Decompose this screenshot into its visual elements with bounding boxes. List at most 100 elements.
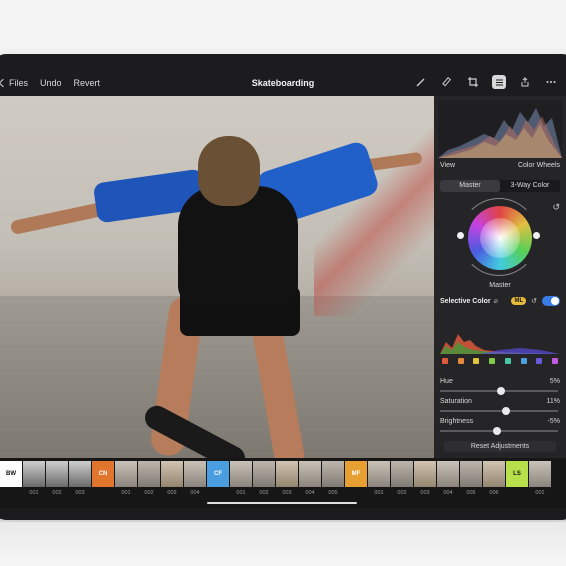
color-swatch[interactable]: [473, 358, 480, 364]
filter-label: 002: [259, 490, 269, 496]
revert-button[interactable]: Revert: [74, 78, 101, 88]
wheel-center: [480, 218, 520, 258]
color-swatches: [442, 358, 558, 364]
view-row[interactable]: View Color Wheels: [440, 162, 560, 169]
selective-color-toggle[interactable]: [542, 296, 560, 306]
back-button[interactable]: Files: [0, 78, 28, 88]
filter-thumbnail[interactable]: [529, 461, 551, 487]
filter-group-tag[interactable]: CN: [92, 461, 114, 487]
filter-thumbnail[interactable]: [414, 461, 436, 487]
filter-label: 004: [305, 490, 315, 496]
adjustments-icon[interactable]: [492, 75, 506, 89]
filter-group-tag[interactable]: MF: [345, 461, 367, 487]
reset-wheel-icon[interactable]: ↺: [552, 202, 560, 213]
brightness-slider[interactable]: [440, 427, 558, 435]
wheel-label: Master: [489, 282, 511, 289]
slider-label: Brightness: [440, 418, 474, 425]
filter-thumbnail[interactable]: [184, 461, 206, 487]
color-swatch[interactable]: [551, 358, 558, 364]
segment-3-way-color[interactable]: 3-Way Color: [500, 180, 560, 192]
slider-value: 5%: [549, 378, 560, 385]
filter-group-tag[interactable]: BW: [0, 461, 22, 487]
color-swatch[interactable]: [536, 358, 543, 364]
selective-color-histogram: [440, 334, 560, 354]
filter-label: 003: [75, 490, 85, 496]
wheel-mode-segmented: Master 3-Way Color: [440, 180, 560, 192]
view-value[interactable]: Color Wheels: [518, 162, 560, 169]
filter-label: 003: [282, 490, 292, 496]
wheel-right-handle[interactable]: [533, 232, 540, 239]
color-swatch[interactable]: [489, 358, 496, 364]
filter-thumbnail[interactable]: [299, 461, 321, 487]
filter-thumbnail[interactable]: [391, 461, 413, 487]
selective-color-label: Selective Color: [440, 297, 491, 305]
filter-label: 004: [443, 490, 453, 496]
filter-group-tag[interactable]: LS: [506, 461, 528, 487]
slider-label: Hue: [440, 378, 453, 385]
wheel-left-handle[interactable]: [457, 232, 464, 239]
color-swatch[interactable]: [504, 358, 511, 364]
filter-group-tag[interactable]: CF: [207, 461, 229, 487]
filter-thumbnail[interactable]: [322, 461, 344, 487]
filter-thumbnail[interactable]: [161, 461, 183, 487]
head-dreadlocks: [198, 136, 260, 206]
chevron-left-icon: [0, 78, 8, 88]
filter-label: 002: [52, 490, 62, 496]
reset-adjustments-button[interactable]: Reset Adjustments: [444, 441, 556, 452]
filter-label: 003: [420, 490, 430, 496]
photo-canvas[interactable]: [0, 96, 434, 458]
filter-thumbnails: BW CN CF MF LS: [0, 461, 551, 487]
filter-label: 005: [466, 490, 476, 496]
filter-thumbnail[interactable]: [69, 461, 91, 487]
histogram: [438, 100, 562, 158]
filter-thumbnail[interactable]: [115, 461, 137, 487]
filter-thumbnail[interactable]: [276, 461, 298, 487]
slider-value: 11%: [546, 398, 561, 405]
reset-selective-icon[interactable]: ↺: [531, 297, 537, 305]
filter-thumbnail[interactable]: [253, 461, 275, 487]
color-swatch[interactable]: [457, 358, 464, 364]
share-icon[interactable]: [518, 75, 532, 89]
saturation-slider[interactable]: [440, 407, 558, 415]
adjustments-panel: View Color Wheels Master 3-Way Color ↺ M…: [434, 96, 566, 458]
home-indicator: [207, 502, 357, 504]
filter-thumbnail[interactable]: [483, 461, 505, 487]
slider-thumb[interactable]: [497, 387, 506, 395]
paint-tool-icon[interactable]: [414, 75, 428, 89]
filter-thumbnail[interactable]: [460, 461, 482, 487]
more-icon[interactable]: [544, 75, 558, 89]
undo-button[interactable]: Undo: [40, 78, 62, 88]
slider-row-saturation: Saturation 11%: [440, 398, 560, 405]
slider-thumb[interactable]: [492, 427, 501, 435]
hue-slider[interactable]: [440, 387, 558, 395]
color-wheel-control[interactable]: [457, 198, 540, 278]
filter-thumbnail[interactable]: [368, 461, 390, 487]
dropper-icon[interactable]: ⌀: [494, 297, 498, 305]
app-screen: Files Undo Revert Skateboarding View Col…: [0, 70, 566, 508]
filter-thumbnail[interactable]: [437, 461, 459, 487]
filter-label: 006: [489, 490, 499, 496]
filter-filmstrip: BW CN CF MF LS 001 002 003 001 002 003 004 001 002 00…: [0, 458, 566, 508]
filter-thumbnail[interactable]: [138, 461, 160, 487]
red-paint-stroke: [314, 116, 434, 316]
segment-master[interactable]: Master: [440, 180, 500, 192]
filter-label: 001: [236, 490, 246, 496]
pencil-icon[interactable]: [440, 75, 454, 89]
filter-label: 003: [167, 490, 177, 496]
filter-thumbnail[interactable]: [46, 461, 68, 487]
filter-label: 001: [535, 490, 545, 496]
filter-label: 004: [190, 490, 200, 496]
filter-thumbnail[interactable]: [23, 461, 45, 487]
slider-row-hue: Hue 5%: [440, 378, 560, 385]
surface-reflection: [0, 522, 566, 566]
filter-label: 001: [374, 490, 384, 496]
filter-thumbnail[interactable]: [230, 461, 252, 487]
color-swatch[interactable]: [520, 358, 527, 364]
filter-label: 002: [397, 490, 407, 496]
ml-badge[interactable]: ML: [511, 297, 527, 305]
slider-thumb[interactable]: [502, 407, 511, 415]
crop-icon[interactable]: [466, 75, 480, 89]
filter-label: 002: [144, 490, 154, 496]
color-swatch[interactable]: [442, 358, 448, 364]
top-toolbar: Files Undo Revert Skateboarding: [0, 70, 566, 96]
